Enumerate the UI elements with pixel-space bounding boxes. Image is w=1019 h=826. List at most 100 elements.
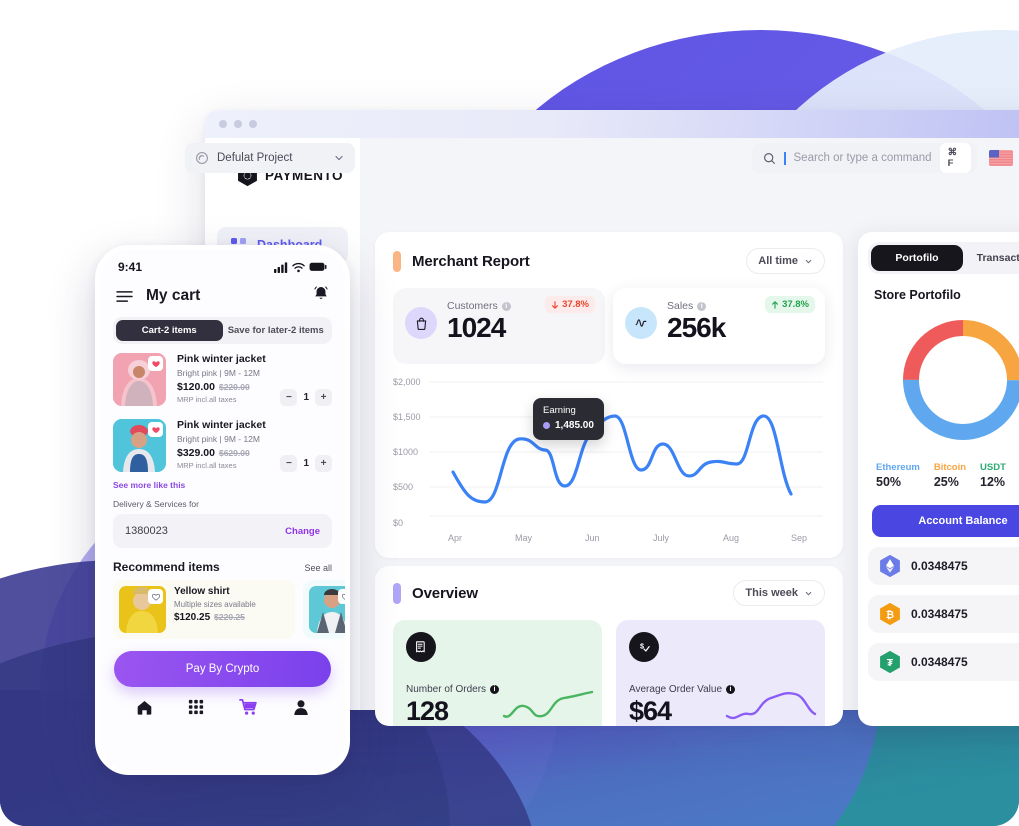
project-icon [196, 152, 208, 164]
pay-by-crypto-button[interactable]: Pay By Crypto [114, 651, 331, 687]
quantity-stepper[interactable]: − 1 + [280, 389, 332, 406]
tab-portofilo[interactable]: Portofilo [871, 245, 963, 271]
account-balance-button[interactable]: Account Balance [872, 505, 1019, 537]
cart-item-info: Pink winter jacket Bright pink | 9M - 12… [177, 419, 266, 470]
tab-cart[interactable]: Cart-2 items [116, 320, 223, 341]
quantity-value: 1 [303, 458, 309, 469]
coin-row-usdt[interactable]: ₮ 0.0348475 USDT [868, 643, 1019, 681]
pulse-icon [625, 307, 657, 339]
stat-card-customers[interactable]: Customers i 1024 37.8% [393, 288, 605, 364]
tab-save-for-later[interactable]: Save for later-2 items [223, 320, 330, 341]
change-pincode-button[interactable]: Change [285, 526, 320, 537]
legend-item-usdt: USDT 12% [980, 462, 1006, 489]
info-icon[interactable]: i [501, 301, 511, 311]
nav-profile-icon[interactable] [293, 699, 309, 721]
overview-metric-cards: Number of Orders i 128 $ Average Order V… [393, 620, 825, 726]
window-minimize-button[interactable] [234, 120, 242, 128]
portfolio-legend: Ethereum 50% Bitcoin 25% USDT 12% [874, 462, 1019, 489]
cart-item-variant: Bright pink | 9M - 12M [177, 368, 260, 378]
cart-item-name: Pink winter jacket [177, 419, 266, 431]
legend-name: USDT [980, 462, 1006, 473]
merchant-report-header: Merchant Report All time [393, 248, 825, 274]
accent-bar-icon [393, 582, 401, 604]
recommend-item-sub: Multiple sizes available [174, 600, 256, 609]
favorite-icon[interactable] [148, 589, 163, 604]
x-tick-july: July [653, 533, 670, 543]
chevron-down-icon [805, 259, 812, 263]
stat-value: 256k [667, 312, 726, 343]
stat-value: 1024 [447, 312, 506, 343]
nav-cart-icon[interactable] [239, 698, 258, 721]
cart-item-name: Pink winter jacket [177, 353, 266, 365]
phone-cart-tabs: Cart-2 items Save for later-2 items [113, 317, 332, 344]
cart-item-old-price: $629.00 [218, 448, 250, 458]
merchant-range-filter[interactable]: All time [746, 248, 825, 274]
us-flag-icon[interactable] [989, 150, 1013, 166]
status-indicators [274, 261, 327, 273]
overview-card: Overview This week Number of Orders i 12… [375, 566, 843, 726]
stat-card-sales[interactable]: Sales i 256k 37.8% [613, 288, 825, 364]
tab-transactions[interactable]: Transactions [963, 245, 1019, 271]
quantity-decrease-button[interactable]: − [280, 455, 298, 472]
svg-text:₿: ₿ [886, 609, 894, 621]
quantity-increase-button[interactable]: + [315, 389, 332, 406]
window-close-button[interactable] [219, 120, 227, 128]
hamburger-icon[interactable] [116, 290, 133, 303]
svg-text:$: $ [640, 642, 644, 651]
overview-title: Overview [412, 584, 478, 602]
see-more-like-this-link[interactable]: See more like this [100, 476, 345, 490]
earnings-line-chart [429, 381, 823, 517]
wallet-tabs: Portofilo Transactions [868, 242, 1019, 274]
dollar-check-icon: $ [629, 632, 659, 662]
cart-list-item[interactable]: Pink winter jacket Bright pink | 9M - 12… [100, 344, 345, 410]
info-icon[interactable]: i [697, 301, 707, 311]
cart-list-item[interactable]: Pink winter jacket Bright pink | 9M - 12… [100, 410, 345, 476]
phone-status-bar: 9:41 [100, 250, 345, 276]
chevron-down-icon [805, 591, 812, 595]
x-tick-sep: Sep [791, 533, 808, 543]
recommend-item[interactable]: Yellow shirt Multiple sizes available $1… [113, 580, 295, 639]
recommend-item-price: $120.25 [174, 612, 211, 623]
nav-apps-grid-icon[interactable] [188, 699, 204, 720]
quantity-value: 1 [303, 392, 309, 403]
overview-range-filter[interactable]: This week [733, 580, 825, 606]
wallet-panel: Portofilo Transactions Store Portofilo E… [858, 232, 1019, 726]
search-bar[interactable]: Search or type a command ⌘ F [752, 143, 977, 173]
battery-icon [309, 262, 327, 271]
search-input[interactable]: Search or type a command [794, 152, 932, 164]
project-selector[interactable]: Defulat Project [185, 143, 355, 173]
accent-bar-icon [393, 250, 401, 272]
recommend-item-info: Yellow shirt Multiple sizes available $1… [174, 586, 256, 633]
info-icon[interactable]: i [490, 685, 500, 694]
bell-icon[interactable] [313, 285, 329, 307]
delivery-pincode-value: 1380023 [125, 525, 168, 537]
phone-page-title: My cart [146, 287, 201, 304]
chart-tooltip: Earning 1,485.00 [533, 398, 604, 441]
recommend-item[interactable]: Check shirt Multiple sizes available $12… [303, 580, 345, 639]
search-text-cursor [784, 151, 786, 165]
nav-home-icon[interactable] [136, 699, 153, 721]
overview-range-label: This week [745, 587, 798, 599]
delivery-pincode-field[interactable]: 1380023 Change [113, 514, 332, 548]
favorite-icon[interactable] [148, 422, 163, 437]
arrow-down-icon [552, 300, 559, 309]
status-time: 9:41 [118, 260, 143, 274]
quantity-stepper[interactable]: − 1 + [280, 455, 332, 472]
overview-card-aov[interactable]: $ Average Order Value i $64 [616, 620, 825, 726]
favorite-icon[interactable] [148, 356, 163, 371]
merchant-report-title: Merchant Report [412, 252, 530, 270]
phone-mockup: 9:41 My cart Cart-2 items Save for later… [95, 245, 350, 775]
search-shortcut-badge: ⌘ F [939, 143, 971, 173]
overview-card-label-text: Average Order Value [629, 684, 723, 695]
overview-header: Overview This week [393, 580, 825, 606]
coin-row-eth[interactable]: 0.0348475 ETH [868, 547, 1019, 585]
see-all-button[interactable]: See all [304, 563, 332, 573]
quantity-increase-button[interactable]: + [315, 455, 332, 472]
series-color-dot [543, 422, 550, 430]
quantity-decrease-button[interactable]: − [280, 389, 298, 406]
favorite-icon[interactable] [338, 589, 345, 604]
overview-card-orders[interactable]: Number of Orders i 128 [393, 620, 602, 726]
window-maximize-button[interactable] [249, 120, 257, 128]
cart-item-price: $329.00 [177, 447, 215, 459]
coin-row-btc[interactable]: ₿ 0.0348475 BTC [868, 595, 1019, 633]
